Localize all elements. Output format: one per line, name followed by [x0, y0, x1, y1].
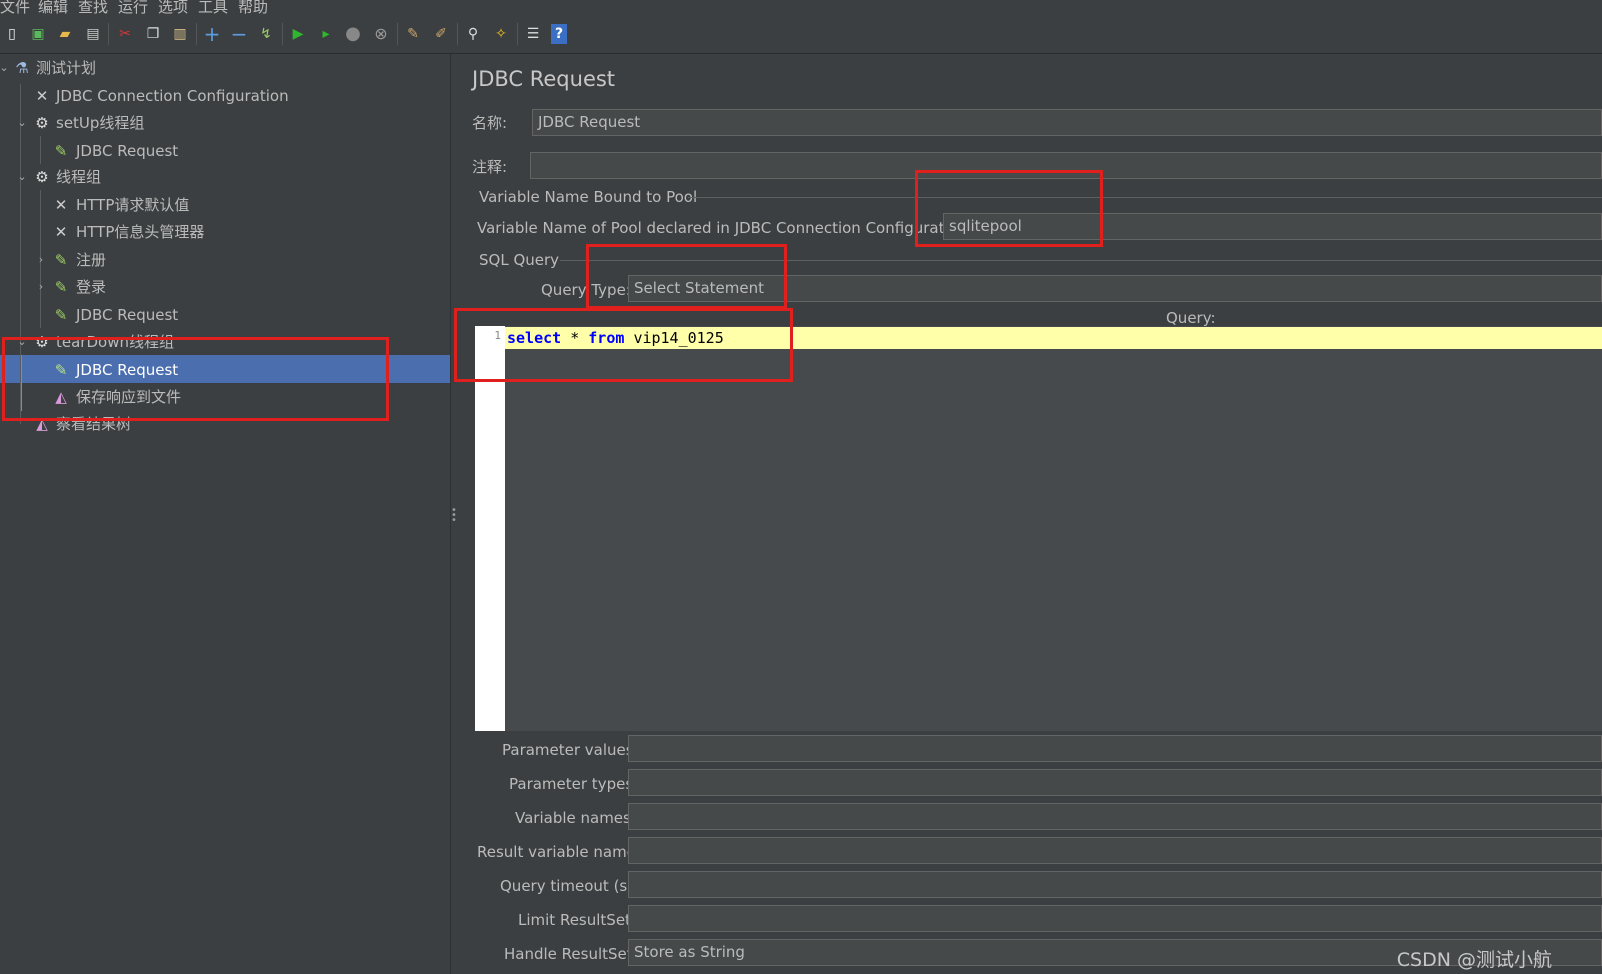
chevron-right-icon[interactable]: ›	[35, 274, 47, 300]
toolbar-separator	[108, 23, 109, 45]
pipette-icon: ✎	[54, 251, 68, 269]
copy-icon[interactable]: ❐	[143, 24, 163, 44]
tree-item-label: 登录	[76, 278, 107, 296]
shutdown-icon[interactable]: ⊗	[371, 24, 391, 44]
cut-icon[interactable]: ✂	[115, 24, 135, 44]
open-icon[interactable]: ▰	[55, 24, 75, 44]
toolbar-separator	[282, 23, 283, 45]
tree-item-label: 线程组	[56, 168, 102, 186]
query-editor[interactable]	[475, 326, 1602, 731]
grip-icon[interactable]: • • •	[451, 506, 457, 526]
menu-file[interactable]: 文件	[0, 0, 30, 15]
clear-icon[interactable]: ✎	[403, 24, 423, 44]
variable-names-label: Variable names:	[515, 809, 636, 827]
parameter-types-label: Parameter types:	[509, 775, 639, 793]
menu-search[interactable]: 查找	[78, 0, 108, 15]
templates-icon[interactable]: ▣	[28, 24, 48, 44]
pool-variable-label: Variable Name of Pool declared in JDBC C…	[477, 219, 973, 237]
handle-resultset-label: Handle ResultSet:	[504, 945, 638, 963]
tree-item-label: setUp线程组	[56, 114, 145, 132]
chevron-down-icon[interactable]: ⌄	[16, 164, 28, 190]
toggle-icon[interactable]: ↯	[256, 24, 276, 44]
search-icon[interactable]: ⚲	[463, 24, 483, 44]
annotation-box-teardown	[2, 337, 389, 421]
parameter-types-field[interactable]	[628, 769, 1602, 796]
pipette-icon: ✎	[54, 278, 68, 296]
parameter-values-field[interactable]	[628, 735, 1602, 762]
reset-search-icon[interactable]: ✧	[491, 24, 511, 44]
new-icon[interactable]: ▯	[2, 24, 22, 44]
wrench-icon: ✕	[35, 87, 49, 105]
pipette-icon: ✎	[54, 306, 68, 324]
menu-help[interactable]: 帮助	[238, 0, 268, 15]
chevron-down-icon[interactable]: ⌄	[0, 55, 10, 81]
parameter-values-label: Parameter values:	[502, 741, 639, 759]
toolbar-separator	[457, 23, 458, 45]
expand-icon[interactable]: +	[202, 24, 222, 44]
result-variable-name-label: Result variable name:	[477, 843, 641, 861]
name-label: 名称:	[472, 114, 508, 132]
tree-item-label: 注册	[76, 251, 107, 269]
toolbar-separator	[397, 23, 398, 45]
start-icon[interactable]: ▶	[288, 24, 308, 44]
wrench-icon: ✕	[54, 223, 68, 241]
help-icon[interactable]: ?	[551, 24, 567, 44]
gear-icon: ⚙	[35, 168, 49, 186]
menu-edit[interactable]: 编辑	[38, 0, 68, 15]
result-variable-name-field[interactable]	[628, 837, 1602, 864]
limit-resultset-label: Limit ResultSet:	[518, 911, 636, 929]
annotation-box-query-type	[586, 244, 787, 309]
toolbar-separator	[196, 23, 197, 45]
tree-item-label: JDBC Request	[76, 306, 179, 324]
stop-icon[interactable]: ●	[343, 24, 363, 44]
menubar: 文件 编辑 查找 运行 选项 工具 帮助	[0, 0, 1602, 15]
function-helper-icon[interactable]: ☰	[523, 24, 543, 44]
tree-guide-line	[40, 136, 41, 164]
annotation-box-query	[454, 308, 793, 382]
tree-item-label: HTTP请求默认值	[76, 196, 190, 214]
annotation-box-pool	[915, 170, 1103, 247]
group-border	[688, 197, 1602, 198]
tree-item-label: JDBC Request	[76, 142, 179, 160]
save-icon[interactable]: ▤	[83, 24, 103, 44]
watermark: CSDN @测试小航	[1396, 949, 1552, 971]
clear-all-icon[interactable]: ✐	[431, 24, 451, 44]
variable-names-field[interactable]	[628, 803, 1602, 830]
query-label: Query:	[1166, 309, 1216, 327]
menu-run[interactable]: 运行	[118, 0, 148, 15]
name-field[interactable]: JDBC Request	[532, 109, 1602, 136]
query-timeout-field[interactable]	[628, 871, 1602, 898]
gear-icon: ⚙	[35, 114, 49, 132]
tree-item-label: 测试计划	[36, 59, 97, 77]
menu-options[interactable]: 选项	[158, 0, 188, 15]
comment-label: 注释:	[472, 158, 508, 176]
tree-item-label: HTTP信息头管理器	[76, 223, 205, 241]
pool-group-title: Variable Name Bound to Pool	[479, 188, 698, 206]
limit-resultset-field[interactable]	[628, 905, 1602, 932]
start-no-pause-icon[interactable]: ▸	[316, 24, 336, 44]
flask-icon: ⚗	[15, 59, 29, 77]
collapse-icon[interactable]: −	[229, 24, 249, 44]
toolbar: ▯ ▣ ▰ ▤ ✂ ❐ ▥ + − ↯ ▶ ▸ ● ⊗ ✎ ✐ ⚲ ✧ ☰ ?	[0, 15, 1602, 54]
chevron-down-icon[interactable]: ⌄	[16, 110, 28, 136]
menu-tools[interactable]: 工具	[198, 0, 228, 15]
chevron-right-icon[interactable]: ›	[35, 247, 47, 273]
tree-item-label: JDBC Connection Configuration	[56, 87, 289, 105]
wrench-icon: ✕	[54, 196, 68, 214]
pipette-icon: ✎	[54, 142, 68, 160]
sql-query-group-title: SQL Query	[479, 251, 560, 269]
page-title: JDBC Request	[472, 67, 616, 91]
query-timeout-label: Query timeout (s):	[500, 877, 639, 895]
line-number-gutter	[475, 326, 505, 731]
paste-icon[interactable]: ▥	[170, 24, 190, 44]
toolbar-separator	[517, 23, 518, 45]
